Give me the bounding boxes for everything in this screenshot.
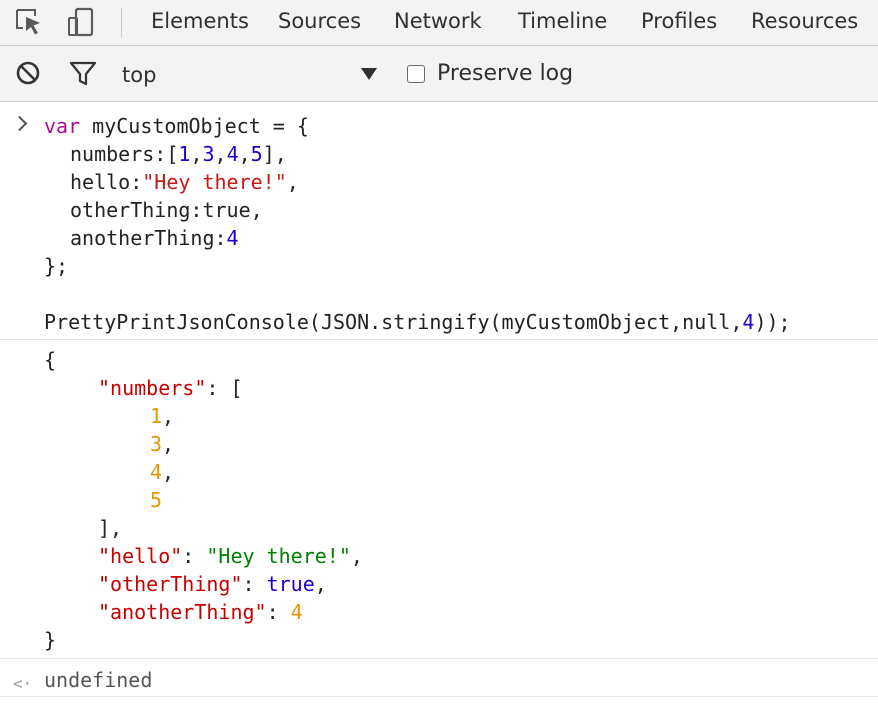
json-number: 4 xyxy=(290,600,303,624)
number-literal: 4 xyxy=(742,310,755,334)
output-line: "numbers": [ xyxy=(98,374,243,402)
number-literal: 3 xyxy=(202,142,215,166)
punctuation: , xyxy=(250,198,263,222)
json-number: 3 xyxy=(150,432,163,456)
string-literal: "Hey there!" xyxy=(142,170,287,194)
bracket: ], xyxy=(262,142,287,166)
boolean-literal: true xyxy=(202,198,251,222)
device-mode-icon[interactable] xyxy=(66,6,96,38)
output-line: "anotherThing": 4 xyxy=(98,600,303,624)
json-number: 5 xyxy=(150,488,163,512)
json-key: "numbers" xyxy=(98,376,207,400)
code-text: PrettyPrintJsonConsole(JSON.stringify(my… xyxy=(44,310,743,334)
input-prompt-icon xyxy=(11,115,28,132)
json-boolean: true xyxy=(266,572,315,596)
output-line: "otherThing": true, xyxy=(98,572,327,596)
number-literal: 5 xyxy=(250,142,263,166)
bracket: [ xyxy=(166,142,179,166)
json-key: "anotherThing" xyxy=(98,600,267,624)
punctuation: , xyxy=(286,170,299,194)
code-line: numbers:[1,3,4,5], xyxy=(70,142,287,166)
property-name: hello xyxy=(70,170,131,194)
code-line: otherThing:true, xyxy=(70,198,263,222)
message-divider xyxy=(0,696,878,697)
console-toolbar: top Preserve log xyxy=(0,46,878,102)
number-literal: 4 xyxy=(226,142,239,166)
output-line: "hello": "Hey there!", xyxy=(98,544,363,568)
result-value: undefined xyxy=(44,668,153,692)
preserve-log-checkbox[interactable] xyxy=(407,65,425,83)
tab-elements[interactable]: Elements xyxy=(151,9,249,33)
code-line: PrettyPrintJsonConsole(JSON.stringify(my… xyxy=(44,308,791,336)
tab-network[interactable]: Network xyxy=(394,9,482,33)
code-text: )); xyxy=(754,310,791,334)
code-text: myCustomObject = { xyxy=(80,114,309,138)
message-divider xyxy=(0,658,878,659)
output-line: 3, xyxy=(150,432,175,456)
json-key: "otherThing" xyxy=(98,572,243,596)
number-literal: 1 xyxy=(178,142,191,166)
dropdown-arrow-icon[interactable] xyxy=(361,68,377,80)
filter-icon[interactable] xyxy=(68,57,98,89)
tab-timeline[interactable]: Timeline xyxy=(518,9,607,33)
toolbar-divider xyxy=(121,8,122,38)
output-line: { xyxy=(44,348,57,372)
output-line: } xyxy=(44,628,57,652)
message-divider xyxy=(0,339,878,340)
keyword: var xyxy=(44,114,81,138)
code-line: }; xyxy=(44,254,69,278)
devtools-tab-bar: Elements Sources Network Timeline Profil… xyxy=(0,0,878,46)
json-string: "Hey there!" xyxy=(206,544,351,568)
punctuation: : [ xyxy=(206,376,243,400)
output-line: 4, xyxy=(150,460,175,484)
output-line: 1, xyxy=(150,404,175,428)
number-literal: 4 xyxy=(226,226,239,250)
inspect-element-icon[interactable] xyxy=(14,6,44,38)
code-line: anotherThing:4 xyxy=(70,226,239,250)
json-key: "hello" xyxy=(98,544,183,568)
code-line: hello:"Hey there!", xyxy=(70,170,299,194)
property-name: otherThing xyxy=(70,198,191,222)
tab-profiles[interactable]: Profiles xyxy=(641,9,717,33)
property-name: anotherThing xyxy=(70,226,215,250)
output-line: ], xyxy=(98,516,123,540)
result-arrow-icon: <· xyxy=(13,674,33,693)
property-name: numbers xyxy=(70,142,155,166)
execution-context-select[interactable]: top xyxy=(122,63,156,87)
tab-sources[interactable]: Sources xyxy=(278,9,361,33)
console-messages: var myCustomObject = { numbers:[1,3,4,5]… xyxy=(0,102,878,704)
preserve-log-label[interactable]: Preserve log xyxy=(437,61,573,86)
clear-console-icon[interactable] xyxy=(14,57,44,89)
json-number: 4 xyxy=(150,460,163,484)
tab-resources[interactable]: Resources xyxy=(751,9,858,33)
output-line: 5 xyxy=(150,486,162,514)
code-line: var myCustomObject = { xyxy=(44,112,309,140)
json-number: 1 xyxy=(150,404,163,428)
